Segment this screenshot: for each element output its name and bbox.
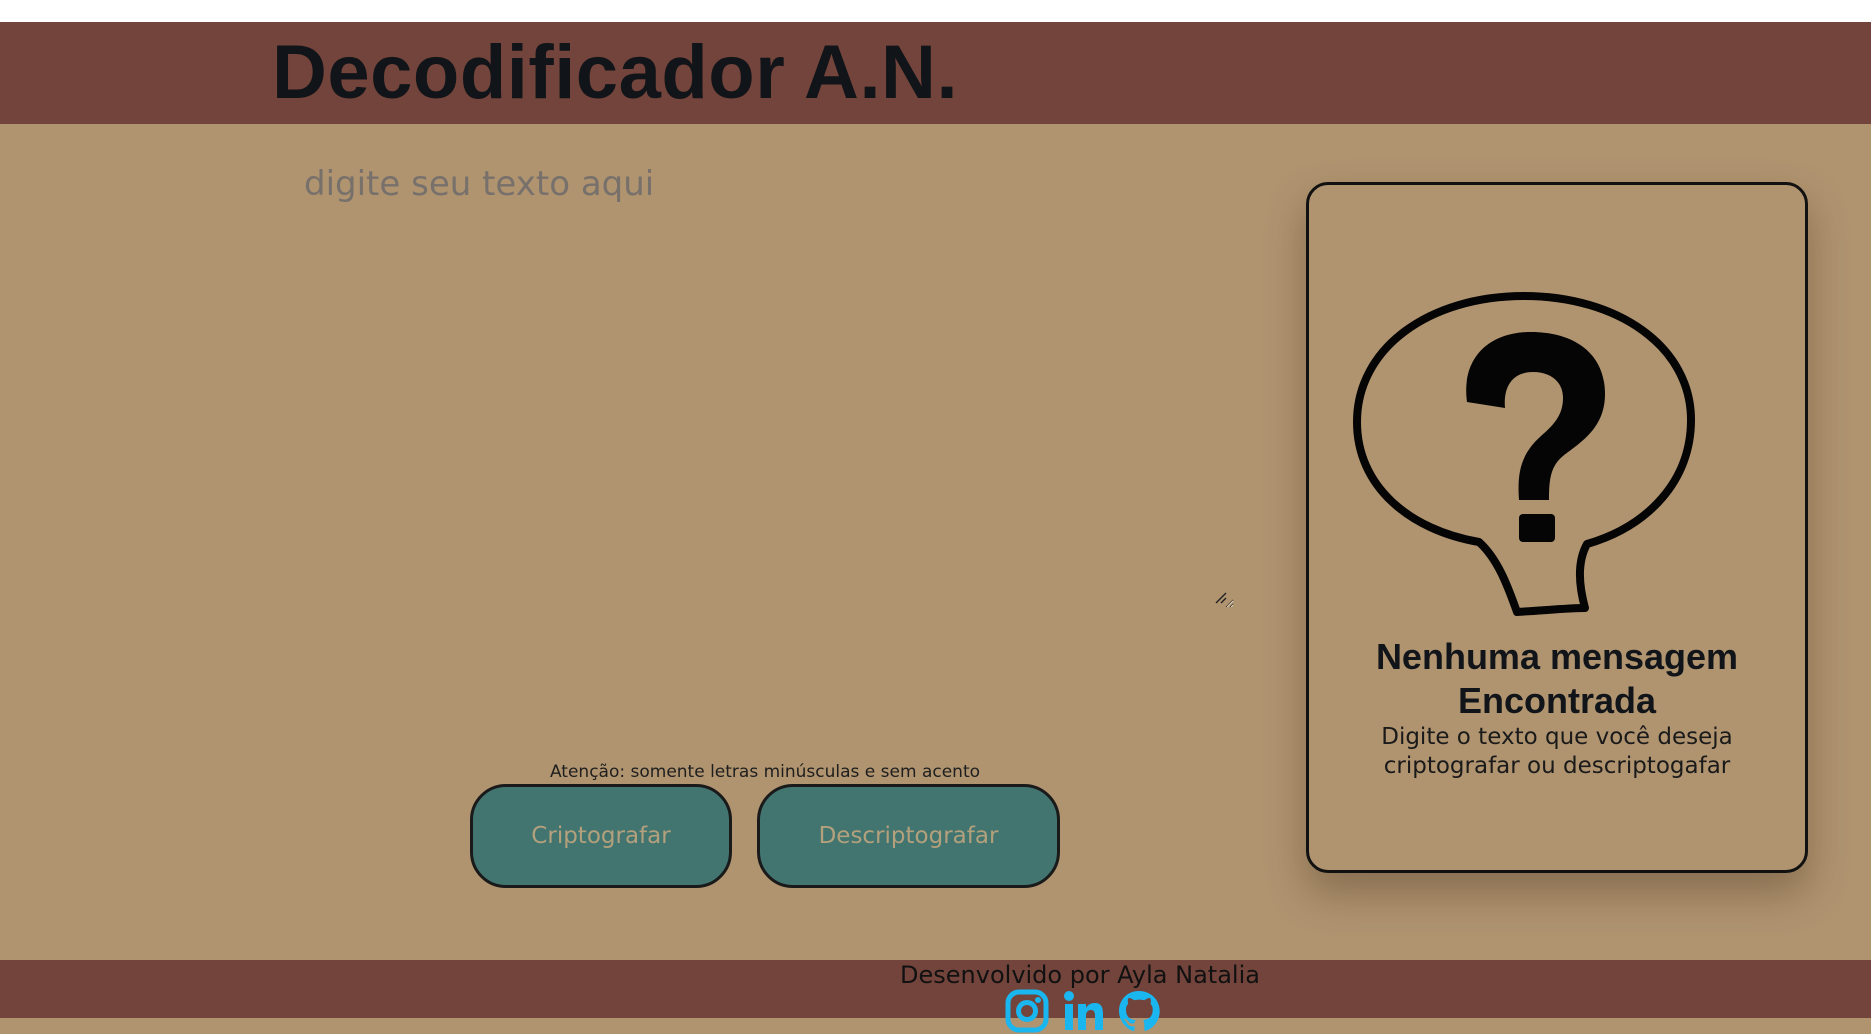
encrypt-button[interactable]: Criptografar — [470, 784, 732, 888]
page-title: Decodificador A.N. — [272, 30, 959, 115]
output-panel: Nenhuma mensagem Encontrada Digite o tex… — [1306, 182, 1808, 873]
footer-credit: Desenvolvido por Ayla Natalia — [900, 961, 1260, 989]
input-hint: Atenção: somente letras minúsculas e sem… — [549, 762, 981, 782]
top-strip — [0, 0, 1871, 22]
output-title: Nenhuma mensagem Encontrada — [1375, 636, 1739, 721]
linkedin-icon[interactable] — [1060, 988, 1106, 1034]
question-speech-bubble-icon — [1353, 292, 1695, 616]
message-input[interactable] — [294, 158, 1234, 608]
decrypt-button[interactable]: Descriptografar — [757, 784, 1060, 888]
output-text: Digite o texto que você deseja criptogra… — [1381, 724, 1733, 779]
github-icon[interactable] — [1116, 988, 1162, 1034]
resize-handle-icon[interactable] — [1213, 590, 1227, 604]
instagram-icon[interactable] — [1004, 988, 1050, 1034]
